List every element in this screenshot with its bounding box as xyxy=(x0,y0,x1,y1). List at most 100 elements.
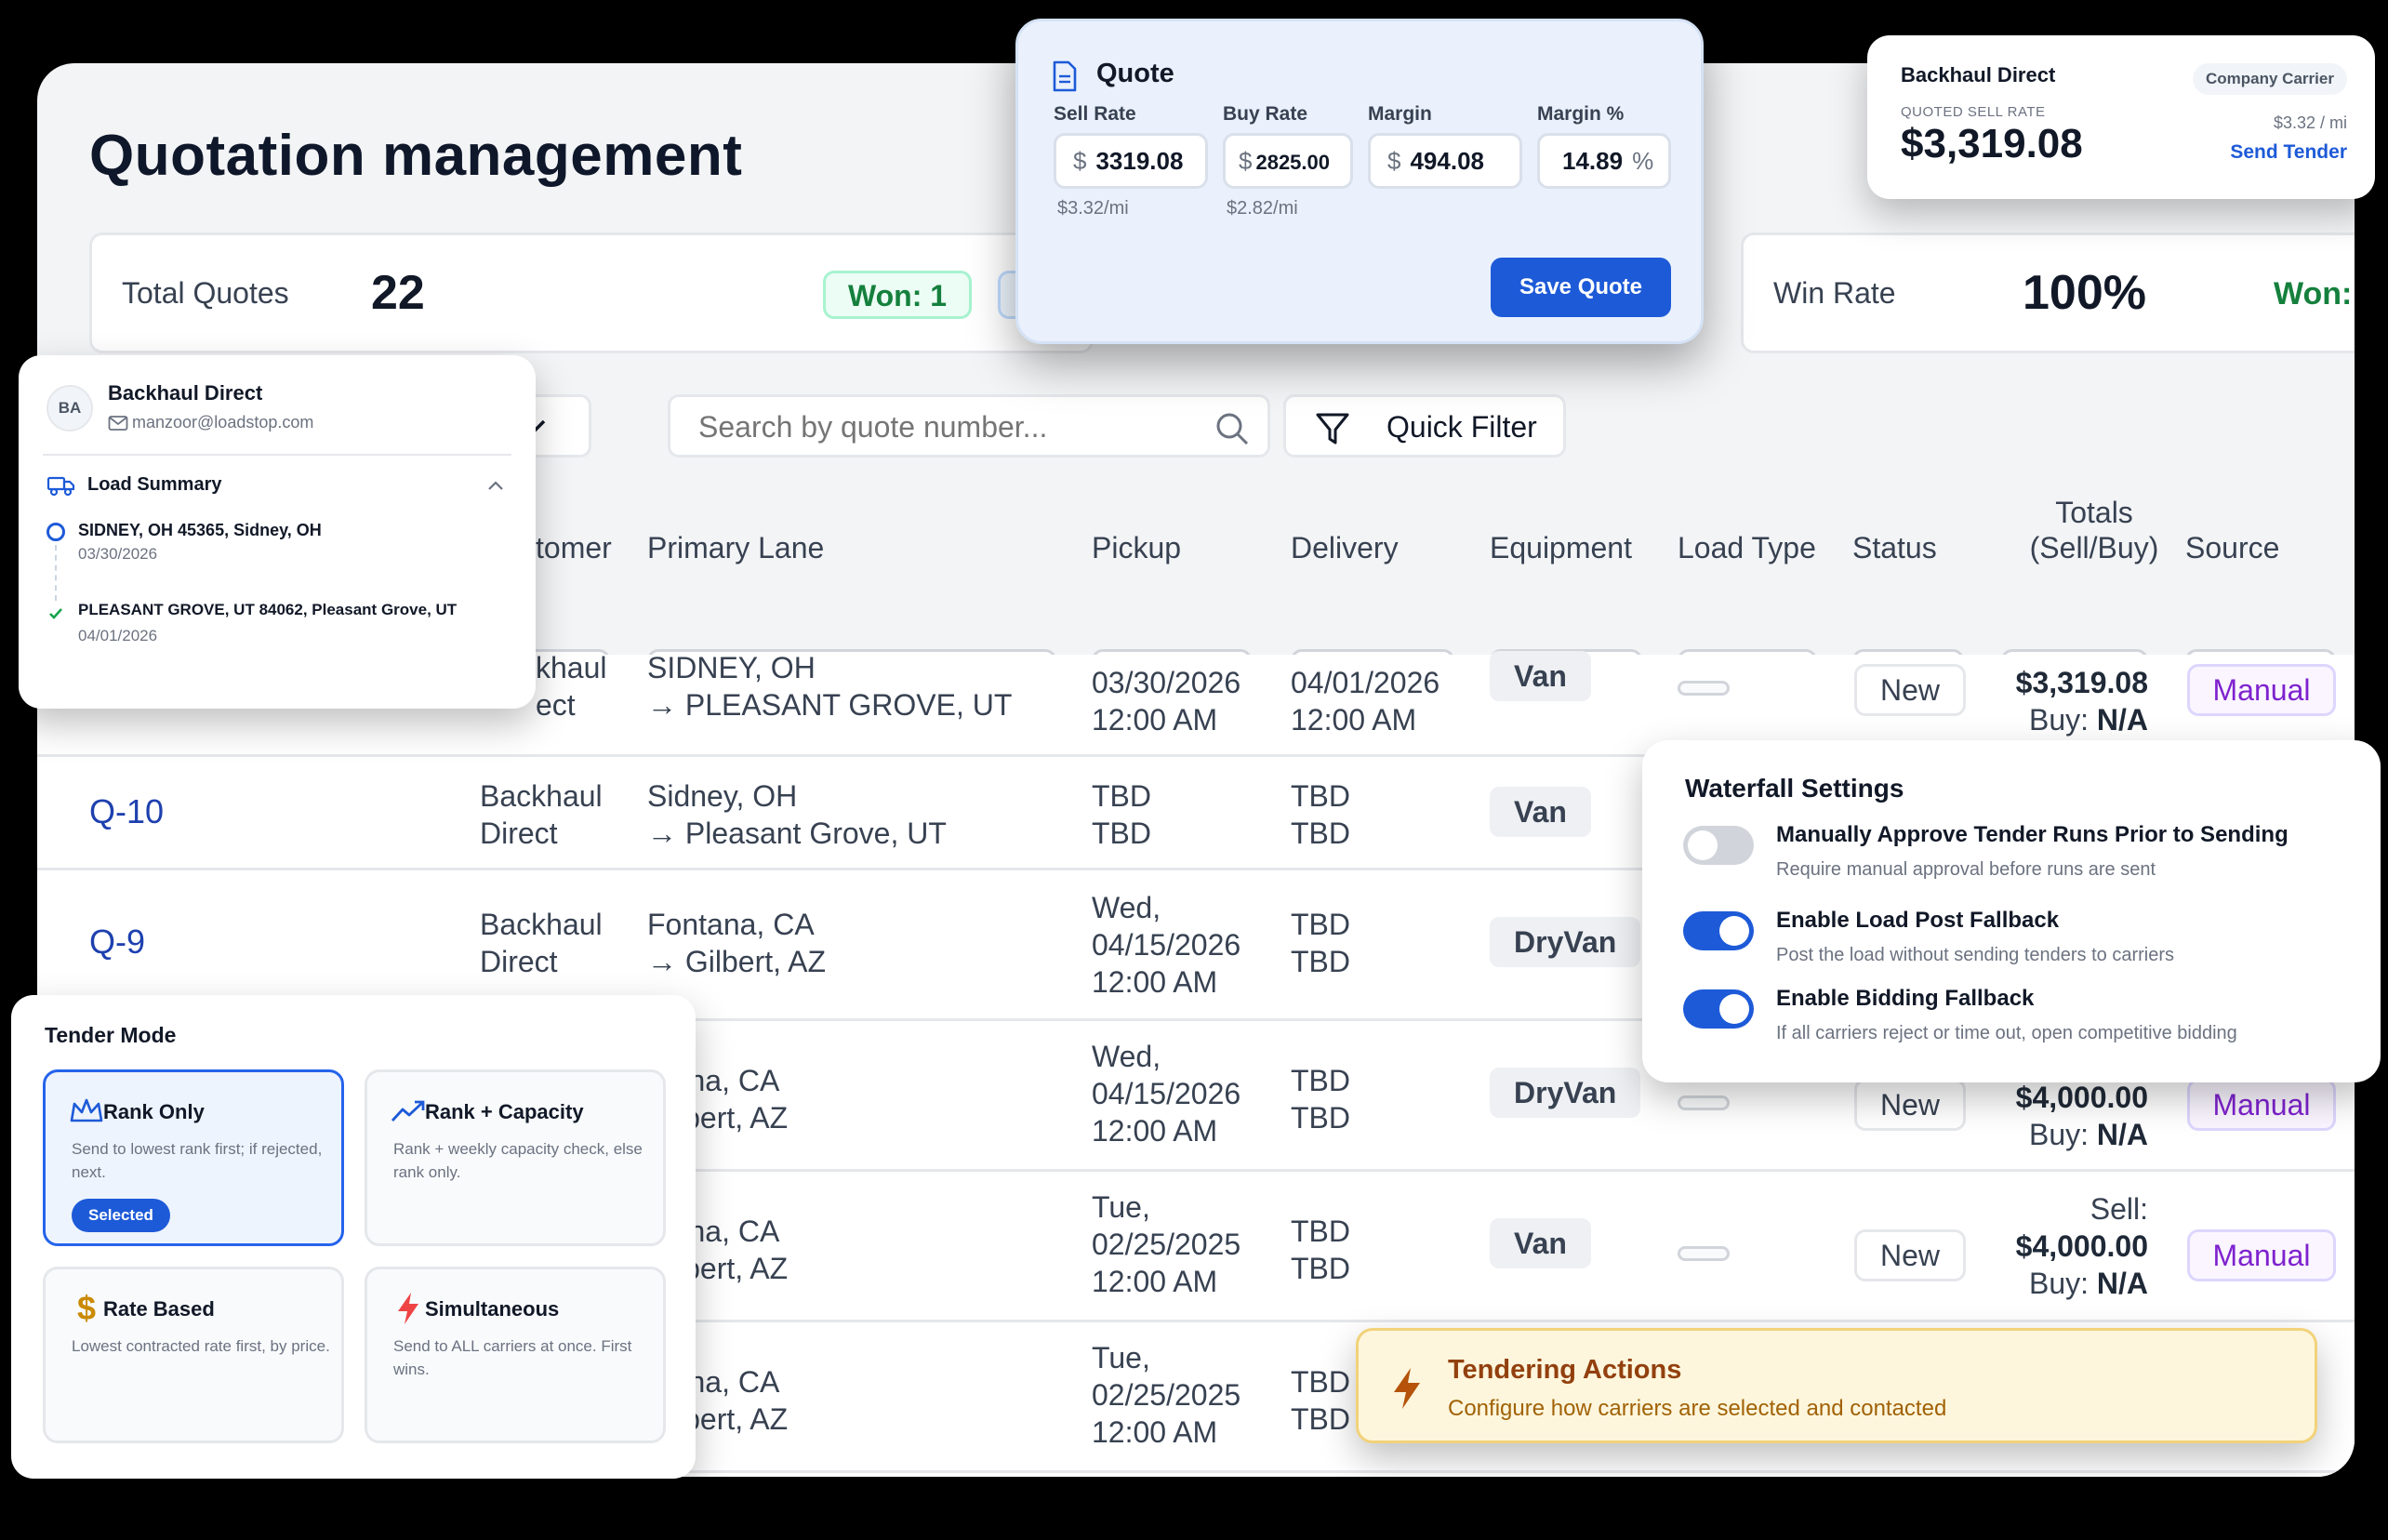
crown-icon xyxy=(70,1098,103,1122)
tender-option-desc: Rank + weekly capacity check, else rank … xyxy=(393,1140,643,1181)
company-carrier-badge: Company Carrier xyxy=(2193,63,2347,95)
load-post-fallback-desc: Post the load without sending tenders to… xyxy=(1776,945,2175,965)
total-quotes-label: Total Quotes xyxy=(122,276,289,310)
equipment-badge: Van xyxy=(1490,651,1591,701)
chevron-up-icon[interactable] xyxy=(485,478,506,493)
truck-icon xyxy=(46,476,75,497)
tendering-actions-banner[interactable]: Tendering Actions Configure how carriers… xyxy=(1356,1328,2317,1443)
win-rate-value: 100% xyxy=(2023,266,2146,320)
win-rate-label: Win Rate xyxy=(1773,276,1896,310)
tender-option-desc: Lowest contracted rate first, by price. xyxy=(72,1337,330,1355)
total-quotes-card: Total Quotes 22 Won: 1 Ser xyxy=(89,232,1109,353)
load-summary-title[interactable]: Load Summary xyxy=(87,474,221,496)
col-load-type[interactable]: Load Type xyxy=(1678,530,1816,565)
col-primary-lane[interactable]: Primary Lane xyxy=(647,530,824,565)
quote-id-link[interactable]: Q-10 xyxy=(89,792,164,831)
margin-pct-input[interactable]: 14.89% xyxy=(1537,133,1671,189)
tender-option-rate-based[interactable]: $ Rate Based Lowest contracted rate firs… xyxy=(43,1267,344,1443)
row-pickup: Tue, 02/25/2025 12:00 AM xyxy=(1092,1190,1241,1298)
sell-rate-input[interactable]: $3319.08 xyxy=(1054,133,1208,189)
tender-option-title: Rank + Capacity xyxy=(425,1100,584,1123)
row-customer: khaul ect xyxy=(536,651,607,722)
row-totals: $3,319.08 Buy: N/A xyxy=(2015,666,2148,737)
document-icon xyxy=(1053,60,1077,92)
contact-email[interactable]: manzoor@loadstop.com xyxy=(132,413,313,432)
quoted-sell-rate-label: QUOTED SELL RATE xyxy=(1901,104,2046,120)
sell-rate-label: Sell Rate xyxy=(1054,103,1136,125)
selected-badge: Selected xyxy=(72,1199,170,1232)
quick-filter-button[interactable]: Quick Filter xyxy=(1283,394,1566,458)
search-input[interactable] xyxy=(698,406,1201,447)
tender-option-simultaneous[interactable]: Simultaneous Send to ALL carriers at onc… xyxy=(365,1267,666,1443)
check-icon xyxy=(49,608,62,619)
quote-id-link[interactable]: Q-9 xyxy=(89,923,145,962)
lightning-icon xyxy=(1394,1368,1420,1409)
col-totals-line2: (Sell/Buy) xyxy=(2029,531,2159,564)
save-quote-button[interactable]: Save Quote xyxy=(1491,258,1671,317)
bidding-fallback-desc: If all carriers reject or time out, open… xyxy=(1776,1023,2237,1043)
destination-date: 04/01/2026 xyxy=(78,627,158,644)
source-badge[interactable]: Manual xyxy=(2187,664,2336,716)
bidding-fallback-toggle[interactable] xyxy=(1683,989,1754,1029)
tender-option-rank-only[interactable]: Rank Only Send to lowest rank first; if … xyxy=(43,1069,344,1246)
mail-icon xyxy=(108,416,128,431)
manual-approve-toggle[interactable] xyxy=(1683,826,1754,865)
row-pickup: Wed, 04/15/2026 12:00 AM xyxy=(1092,891,1241,999)
col-totals[interactable]: Totals (Sell/Buy) xyxy=(2010,495,2178,565)
avatar: BA xyxy=(46,385,93,431)
manual-approve-desc: Require manual approval before runs are … xyxy=(1776,859,2156,880)
col-delivery[interactable]: Delivery xyxy=(1291,530,1399,565)
bidding-fallback-title: Enable Bidding Fallback xyxy=(1776,986,2035,1011)
row-totals: $4,000.00 Buy: N/A xyxy=(2015,1081,2148,1151)
tender-option-title: Rate Based xyxy=(103,1297,215,1321)
win-rate-won: Won: xyxy=(2274,276,2353,312)
divider xyxy=(43,454,511,456)
tendering-subtitle: Configure how carriers are selected and … xyxy=(1448,1396,1947,1421)
tender-option-desc: Send to ALL carriers at once. First wins… xyxy=(393,1337,632,1378)
row-pickup: 03/30/2026 12:00 AM xyxy=(1092,666,1241,737)
buy-rate-input[interactable]: $2825.00 xyxy=(1223,133,1353,189)
tender-mode-title: Tender Mode xyxy=(45,1023,177,1047)
quoted-sell-rate: $3,319.08 xyxy=(1901,121,2083,166)
row-pickup: Tue, 02/25/2025 12:00 AM xyxy=(1092,1341,1241,1449)
row-pickup: Wed, 04/15/2026 12:00 AM xyxy=(1092,1040,1241,1148)
col-equipment[interactable]: Equipment xyxy=(1490,530,1632,565)
row-pickup: TBD TBD xyxy=(1092,779,1151,850)
equipment-badge: Van xyxy=(1490,787,1591,837)
tender-option-title: Rank Only xyxy=(103,1100,205,1123)
route-line xyxy=(55,545,57,601)
total-quotes-value: 22 xyxy=(371,266,425,320)
equipment-badge: DryVan xyxy=(1490,1068,1641,1118)
status-badge: New xyxy=(1854,664,1966,716)
won-pill[interactable]: Won: 1 xyxy=(823,271,973,319)
col-status[interactable]: Status xyxy=(1852,530,1937,565)
margin-input[interactable]: $494.08 xyxy=(1368,133,1522,189)
tender-option-rank-capacity[interactable]: Rank + Capacity Rank + weekly capacity c… xyxy=(365,1069,666,1246)
page-title: Quotation management xyxy=(89,124,743,188)
dollar-icon: $ xyxy=(76,1289,97,1327)
equipment-badge: Van xyxy=(1490,1218,1591,1268)
row-lane: Sidney, OH → Pleasant Grove, UT xyxy=(647,779,947,850)
manual-approve-title: Manually Approve Tender Runs Prior to Se… xyxy=(1776,822,2288,847)
destination-address: PLEASANT GROVE, UT 84062, Pleasant Grove… xyxy=(78,601,458,618)
load-summary-card: BA Backhaul Direct manzoor@loadstop.com … xyxy=(19,355,536,709)
source-badge[interactable]: Manual xyxy=(2187,1229,2336,1281)
origin-address: SIDNEY, OH 45365, Sidney, OH xyxy=(78,521,322,539)
quick-filter-label: Quick Filter xyxy=(1386,410,1537,444)
load-post-fallback-toggle[interactable] xyxy=(1683,911,1754,950)
source-badge[interactable]: Manual xyxy=(2187,1079,2336,1131)
funnel-icon xyxy=(1316,413,1349,445)
send-tender-link[interactable]: Send Tender xyxy=(2146,141,2347,164)
row-lane: Fontana, CA → Gilbert, AZ xyxy=(647,908,827,978)
row-delivery: TBD TBD xyxy=(1291,1365,1350,1436)
status-badge: New xyxy=(1854,1229,1966,1281)
contact-name: Backhaul Direct xyxy=(108,381,263,405)
search-icon[interactable] xyxy=(1214,410,1251,447)
waterfall-settings-card: Waterfall Settings Manually Approve Tend… xyxy=(1642,740,2381,1082)
origin-marker-icon xyxy=(46,523,65,541)
search-field xyxy=(668,394,1270,458)
col-pickup[interactable]: Pickup xyxy=(1092,530,1181,565)
col-source[interactable]: Source xyxy=(2185,530,2279,565)
lightning-icon xyxy=(398,1293,418,1324)
col-customer[interactable]: tomer xyxy=(536,530,612,565)
